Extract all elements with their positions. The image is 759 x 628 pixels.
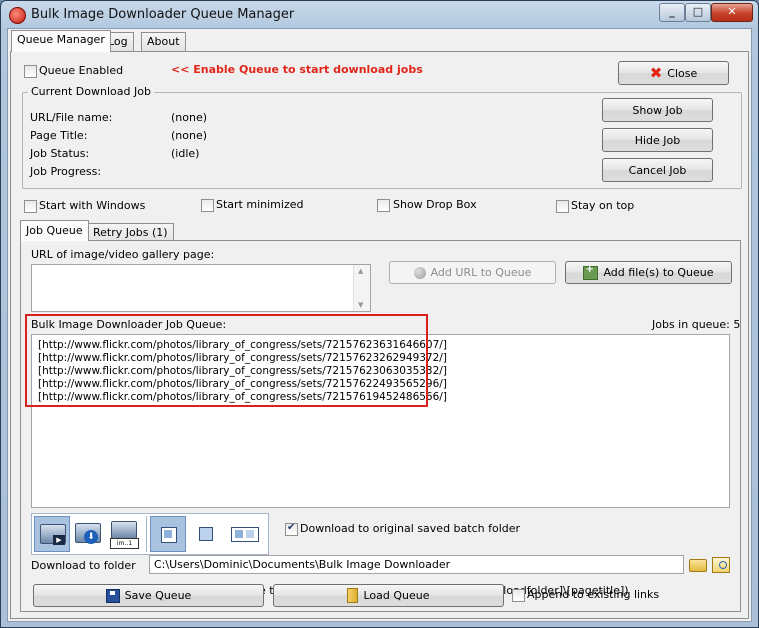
add-files-label: Add file(s) to Queue <box>603 266 714 279</box>
close-icon: ✕ <box>727 5 737 18</box>
load-folder-icon <box>347 588 359 603</box>
minimize-button[interactable]: _ <box>659 3 685 22</box>
show-drop-box-label: Show Drop Box <box>393 198 477 211</box>
start-queue-button[interactable]: ▶ <box>34 516 70 552</box>
multi-window-icon <box>231 527 259 542</box>
start-windows-checkbox[interactable] <box>24 200 37 213</box>
queue-enabled-checkbox[interactable] <box>24 65 37 78</box>
show-drop-box-checkbox[interactable] <box>377 199 390 212</box>
load-queue-label: Load Queue <box>363 589 430 602</box>
app-icon <box>9 7 26 24</box>
window-shortcut-icon <box>161 527 177 543</box>
add-url-button[interactable]: Add URL to Queue <box>389 261 556 284</box>
save-queue-label: Save Queue <box>124 589 192 602</box>
toolbar-divider <box>146 516 147 552</box>
download-folder-label: Download to folder <box>31 559 136 572</box>
cancel-job-button[interactable]: Cancel Job <box>602 158 713 182</box>
view-mode-1-button[interactable] <box>150 516 186 552</box>
window-close-button[interactable]: ✕ <box>711 3 753 22</box>
job-progress-label: Job Progress: <box>30 165 102 178</box>
tab-job-queue[interactable]: Job Queue <box>20 220 89 241</box>
rename-tag-icon: im..1 <box>110 538 139 549</box>
start-minimized-label: Start minimized <box>216 198 304 211</box>
window-title: Bulk Image Downloader Queue Manager <box>31 7 295 22</box>
page-title-value: (none) <box>171 129 208 142</box>
download-folder-input[interactable]: C:\Users\Dominic\Documents\Bulk Image Do… <box>149 555 684 574</box>
folder-search-icon <box>712 557 730 573</box>
browse-folder-button[interactable] <box>687 554 707 574</box>
url-box-label: URL of image/video gallery page: <box>31 248 215 261</box>
client-area: Queue Manager Log About Queue Enabled <<… <box>7 28 752 622</box>
download-queue-button[interactable]: ⬇ <box>70 516 106 552</box>
append-links-checkbox[interactable] <box>512 589 525 602</box>
queue-toolbar: ▶ ⬇ im..1 <box>31 513 269 555</box>
show-job-button[interactable]: Show Job <box>602 98 713 122</box>
url-input-scrollbar[interactable]: ▲ ▼ <box>353 265 370 311</box>
close-button[interactable]: ✖ Close <box>618 61 729 85</box>
start-windows-label: Start with Windows <box>39 199 146 212</box>
title-bar[interactable]: Bulk Image Downloader Queue Manager _ □ … <box>1 1 758 29</box>
add-files-button[interactable]: + Add file(s) to Queue <box>565 261 732 284</box>
save-queue-button[interactable]: Save Queue <box>33 584 264 607</box>
save-disk-icon <box>105 588 120 603</box>
page-title-label: Page Title: <box>30 129 88 142</box>
url-filename-label: URL/File name: <box>30 111 113 124</box>
scroll-up-icon: ▲ <box>358 267 364 275</box>
scroll-down-icon: ▼ <box>358 301 364 309</box>
minimize-icon: _ <box>669 5 675 18</box>
globe-icon <box>413 266 426 279</box>
download-original-checkbox[interactable] <box>285 522 298 536</box>
maximize-icon: □ <box>692 5 704 18</box>
cancel-job-label: Cancel Job <box>628 163 687 177</box>
job-status-label: Job Status: <box>30 147 90 160</box>
add-url-label: Add URL to Queue <box>430 266 532 279</box>
rename-queue-button[interactable]: im..1 <box>106 516 142 552</box>
download-arrow-icon: ⬇ <box>84 530 98 544</box>
queue-highlight-box <box>25 314 428 407</box>
queue-enabled-label: Queue Enabled <box>39 64 124 77</box>
job-queue-panel: URL of image/video gallery page: ▲ ▼ Add… <box>20 240 741 612</box>
show-job-label: Show Job <box>632 103 683 117</box>
current-job-title: Current Download Job <box>28 85 154 98</box>
window-icon <box>199 527 213 541</box>
tab-queue-manager[interactable]: Queue Manager <box>11 30 111 52</box>
load-queue-button[interactable]: Load Queue <box>273 584 504 607</box>
play-icon: ▶ <box>53 535 65 545</box>
folder-icon <box>689 559 707 572</box>
stay-on-top-label: Stay on top <box>571 199 635 212</box>
view-mode-3-button[interactable] <box>226 516 262 552</box>
job-status-value: (idle) <box>171 147 200 160</box>
queue-hint-text: << Enable Queue to start download jobs <box>171 63 423 76</box>
explore-folder-button[interactable] <box>710 554 730 574</box>
hide-job-label: Hide Job <box>634 133 681 147</box>
jobs-count: Jobs in queue: 5 <box>652 318 741 331</box>
tab-retry-jobs[interactable]: Retry Jobs (1) <box>87 223 174 241</box>
monitor-rename-icon <box>111 521 137 539</box>
hide-job-button[interactable]: Hide Job <box>602 128 713 152</box>
queue-manager-panel: Queue Enabled << Enable Queue to start d… <box>10 51 749 619</box>
red-x-icon: ✖ <box>649 64 663 82</box>
maximize-button[interactable]: □ <box>685 3 711 22</box>
view-mode-2-button[interactable] <box>188 516 224 552</box>
download-original-label: Download to original saved batch folder <box>300 522 521 535</box>
tab-about[interactable]: About <box>141 32 186 51</box>
add-file-icon: + <box>583 264 599 280</box>
start-minimized-checkbox[interactable] <box>201 199 214 212</box>
url-input[interactable]: ▲ ▼ <box>31 264 371 312</box>
url-filename-value: (none) <box>171 111 208 124</box>
close-button-label: Close <box>667 66 698 80</box>
append-links-label: Append to existing links <box>527 588 660 601</box>
stay-on-top-checkbox[interactable] <box>556 200 569 213</box>
